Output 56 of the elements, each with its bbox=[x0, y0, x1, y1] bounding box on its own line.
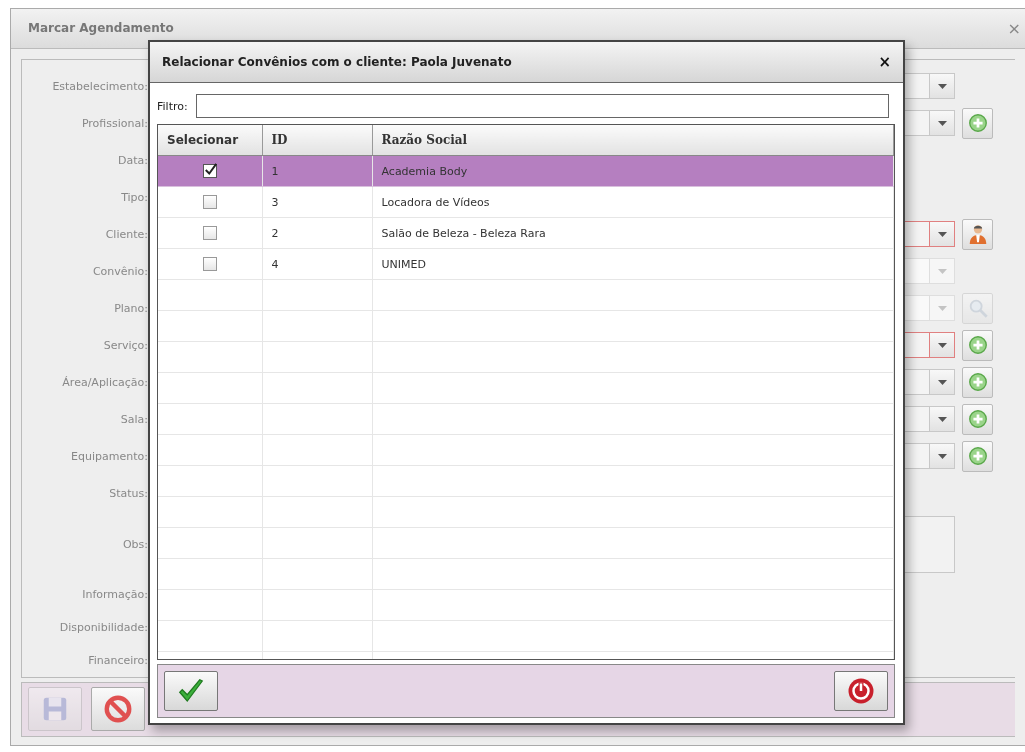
field-label: Área/Aplicação: bbox=[61, 375, 148, 389]
add-button[interactable] bbox=[962, 403, 993, 435]
prohibited-icon bbox=[103, 694, 133, 725]
table-cell: 3 bbox=[262, 186, 372, 218]
table-row[interactable]: 2 Salão de Beleza - Beleza Rara bbox=[158, 217, 894, 249]
field-label: Plano: bbox=[113, 301, 148, 315]
close-button[interactable] bbox=[834, 671, 888, 711]
table-row[interactable]: 1 Academia Body bbox=[158, 155, 894, 187]
power-icon bbox=[846, 676, 876, 706]
cancel-button[interactable] bbox=[91, 687, 145, 732]
add-button[interactable] bbox=[962, 329, 993, 361]
table-row[interactable]: 4 UNIMED bbox=[158, 248, 894, 280]
field-label: Convênio: bbox=[91, 264, 148, 278]
table-cell: UNIMED bbox=[372, 248, 894, 280]
checkbox[interactable] bbox=[202, 195, 217, 209]
table-cell: Locadora de Vídeos bbox=[372, 186, 894, 218]
table-cell: Salão de Beleza - Beleza Rara bbox=[372, 217, 894, 249]
plus-icon bbox=[966, 112, 989, 135]
dialog-title: Relacionar Convênios com o cliente: Paola Juvenato bbox=[162, 55, 512, 69]
filter-field[interactable] bbox=[195, 94, 889, 118]
client-button[interactable] bbox=[962, 218, 993, 250]
plus-icon bbox=[966, 445, 989, 468]
field-label: Financeiro: bbox=[87, 653, 148, 667]
field-label: Serviço: bbox=[102, 338, 148, 352]
table-row[interactable]: 3 Locadora de Vídeos bbox=[158, 186, 894, 218]
close-button[interactable]: × bbox=[878, 53, 891, 71]
column-header[interactable]: Razão Social bbox=[372, 125, 894, 156]
plus-icon bbox=[966, 408, 989, 431]
field-label: Disponibilidade: bbox=[58, 620, 148, 634]
field-label: Cliente: bbox=[104, 227, 148, 241]
window-title: Marcar Agendamento bbox=[28, 21, 174, 36]
table-cell: 1 bbox=[262, 155, 372, 187]
field-label: Equipamento: bbox=[70, 449, 148, 463]
column-header[interactable]: Selecionar bbox=[158, 125, 262, 156]
column-header[interactable]: ID bbox=[262, 125, 372, 156]
table-cell: 4 bbox=[262, 248, 372, 280]
field-label: Tipo: bbox=[120, 190, 148, 204]
table-cell: Academia Body bbox=[372, 155, 894, 187]
plus-icon bbox=[966, 371, 989, 394]
field-label: Obs: bbox=[121, 538, 148, 552]
add-button[interactable] bbox=[962, 366, 993, 398]
add-button[interactable] bbox=[962, 440, 993, 472]
checkbox[interactable] bbox=[202, 257, 217, 271]
table-cell: 2 bbox=[262, 217, 372, 249]
field-label: Informação: bbox=[81, 587, 148, 601]
plus-icon bbox=[966, 334, 989, 357]
field-label: Data: bbox=[117, 153, 148, 167]
add-button[interactable] bbox=[962, 107, 993, 139]
field-label: Sala: bbox=[119, 412, 148, 426]
field-label: Profissional: bbox=[80, 116, 148, 130]
confirm-button[interactable] bbox=[164, 671, 218, 711]
checkbox[interactable] bbox=[202, 164, 217, 178]
field-label: Estabelecimento: bbox=[51, 79, 148, 93]
field-label: Status: bbox=[108, 486, 148, 500]
checkbox[interactable] bbox=[202, 226, 217, 240]
filter-label: Filtro: bbox=[157, 99, 188, 113]
